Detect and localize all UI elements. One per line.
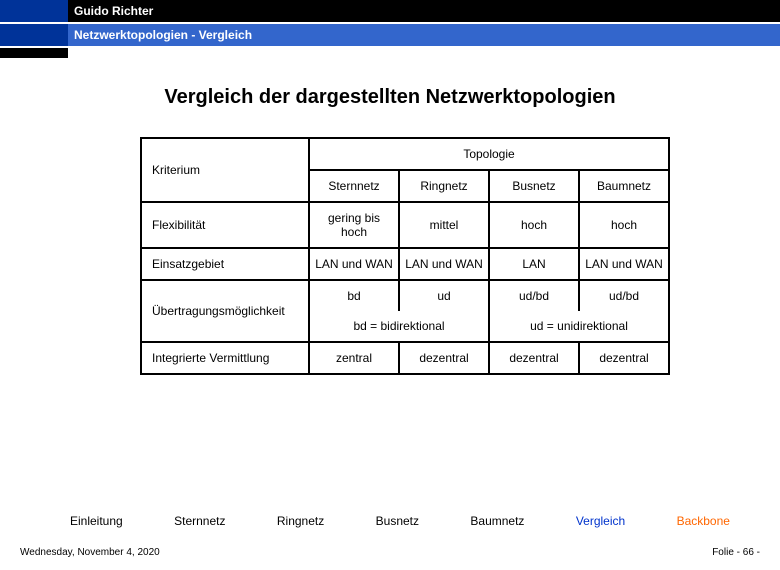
cell: zentral — [309, 342, 399, 374]
author-bar: Guido Richter — [68, 0, 780, 22]
cell: mittel — [399, 202, 489, 248]
subheader-accent-box — [0, 24, 68, 46]
bottom-nav: Einleitung Sternnetz Ringnetz Busnetz Ba… — [70, 514, 730, 528]
row-flexibilitaet: Flexibilität gering bis hoch mittel hoch… — [141, 202, 669, 248]
comparison-table-wrap: Kriterium Topologie Sternnetz Ringnetz B… — [140, 137, 670, 375]
row-label: Integrierte Vermittlung — [141, 342, 309, 374]
footer-date: Wednesday, November 4, 2020 — [20, 547, 160, 558]
cell: LAN und WAN — [579, 248, 669, 280]
breadcrumb: Netzwerktopologien - Vergleich — [74, 28, 252, 42]
cell: dezentral — [399, 342, 489, 374]
cell: ud/bd — [579, 280, 669, 311]
nav-vergleich[interactable]: Vergleich — [576, 514, 625, 528]
topologie-header: Topologie — [309, 138, 669, 170]
footer-page: Folie - 66 - — [712, 547, 760, 558]
nav-ringnetz[interactable]: Ringnetz — [277, 514, 324, 528]
legend-bd: bd = bidirektional — [309, 311, 489, 342]
nav-backbone[interactable]: Backbone — [677, 514, 730, 528]
col-sternnetz: Sternnetz — [309, 170, 399, 202]
spacer-right — [68, 48, 780, 58]
cell: dezentral — [489, 342, 579, 374]
header-bar: Guido Richter — [0, 0, 780, 22]
cell: ud — [399, 280, 489, 311]
row-uebertragung-values: Übertragungsmöglichkeit bd ud ud/bd ud/b… — [141, 280, 669, 311]
nav-baumnetz[interactable]: Baumnetz — [470, 514, 524, 528]
cell: gering bis hoch — [309, 202, 399, 248]
cell: hoch — [579, 202, 669, 248]
nav-sternnetz[interactable]: Sternnetz — [174, 514, 225, 528]
col-busnetz: Busnetz — [489, 170, 579, 202]
cell: ud/bd — [489, 280, 579, 311]
cell: bd — [309, 280, 399, 311]
cell: LAN und WAN — [309, 248, 399, 280]
row-integrierte-vermittlung: Integrierte Vermittlung zentral dezentra… — [141, 342, 669, 374]
spacer-left — [0, 48, 68, 58]
row-einsatzgebiet: Einsatzgebiet LAN und WAN LAN und WAN LA… — [141, 248, 669, 280]
nav-busnetz[interactable]: Busnetz — [376, 514, 419, 528]
legend-ud: ud = unidirektional — [489, 311, 669, 342]
row-label: Flexibilität — [141, 202, 309, 248]
spacer-bar — [0, 48, 780, 58]
comparison-table: Kriterium Topologie Sternnetz Ringnetz B… — [140, 137, 670, 375]
cell: dezentral — [579, 342, 669, 374]
row-label: Übertragungsmöglichkeit — [141, 280, 309, 342]
nav-einleitung[interactable]: Einleitung — [70, 514, 123, 528]
cell: LAN und WAN — [399, 248, 489, 280]
cell: hoch — [489, 202, 579, 248]
subheader-bar: Netzwerktopologien - Vergleich — [0, 24, 780, 46]
author-name: Guido Richter — [74, 4, 153, 18]
slide-title: Vergleich der dargestellten Netzwerktopo… — [0, 86, 780, 109]
cell: LAN — [489, 248, 579, 280]
col-ringnetz: Ringnetz — [399, 170, 489, 202]
row-label: Einsatzgebiet — [141, 248, 309, 280]
kriterium-header: Kriterium — [141, 138, 309, 202]
col-baumnetz: Baumnetz — [579, 170, 669, 202]
breadcrumb-bar: Netzwerktopologien - Vergleich — [68, 24, 780, 46]
table-header-row-1: Kriterium Topologie — [141, 138, 669, 170]
header-accent-box — [0, 0, 68, 22]
